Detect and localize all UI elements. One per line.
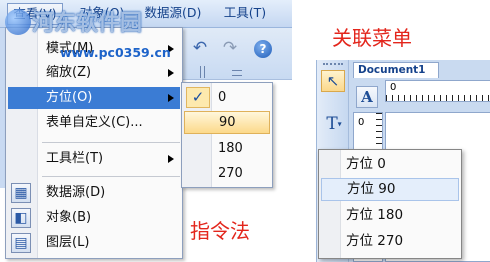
menu-item-label: 图层(L) (46, 235, 90, 250)
text-tool-icon[interactable]: T▾ (320, 114, 348, 136)
toolbar-grip[interactable] (323, 63, 343, 66)
menu-item-label: 方位 0 (346, 156, 386, 172)
menu-item-label: 方位 270 (346, 233, 404, 249)
context-orientation-180[interactable]: 方位 180 (321, 204, 459, 227)
submenu-arrow-icon (168, 94, 174, 102)
option-label: 0 (218, 90, 227, 105)
toolbar: ↶ ↷ ? (182, 28, 292, 80)
caption-context-menu: 关联菜单 (332, 26, 412, 50)
menu-item-label: 方位 180 (346, 207, 404, 223)
menu-tools[interactable]: 工具(T) (218, 3, 272, 25)
text-box-icon[interactable]: A (356, 86, 378, 108)
menu-item-label: 表单自定义(C)... (46, 115, 143, 130)
document-tab[interactable]: Document1 (353, 62, 439, 78)
view-menu: 模式(M) 缩放(Z) 方位(O) 表单自定义(C)... 工具栏(T) ▦ 数… (5, 27, 183, 259)
toolbar-divider (200, 66, 201, 78)
view-menu-item-toolbars[interactable]: 工具栏(T) (8, 148, 180, 170)
context-orientation-0[interactable]: 方位 0 (321, 153, 459, 176)
help-icon[interactable]: ? (254, 40, 272, 58)
menu-item-label: 对象(B) (46, 210, 92, 225)
view-menu-item-object[interactable]: ◧ 对象(B) (8, 207, 180, 229)
menu-separator (42, 142, 180, 143)
option-label: 270 (218, 166, 243, 181)
ruler-ticks (386, 95, 490, 101)
watermark-url: www.pc0359.cn (60, 45, 171, 60)
redo-icon[interactable]: ↷ (220, 39, 240, 59)
layer-icon: ▤ (11, 233, 31, 253)
orientation-option-90[interactable]: 90 (184, 111, 270, 134)
context-menu: 方位 0 方位 90 方位 180 方位 270 (318, 149, 462, 259)
view-menu-item-customize-form[interactable]: 表单自定义(C)... (8, 112, 180, 134)
menu-separator (42, 176, 180, 177)
caption-command-method: 指令法 (190, 219, 250, 243)
view-menu-item-orientation[interactable]: 方位(O) (8, 87, 180, 109)
view-menu-item-zoom[interactable]: 缩放(Z) (8, 62, 180, 84)
option-label: 90 (219, 115, 236, 130)
undo-icon[interactable]: ↶ (190, 39, 210, 59)
submenu-arrow-icon (168, 155, 174, 163)
menu-item-label: 方位(O) (46, 90, 93, 105)
orientation-option-180[interactable]: 180 (184, 137, 270, 160)
ruler-label: 0 (358, 117, 365, 128)
orientation-option-270[interactable]: 270 (184, 162, 270, 185)
checkmark-icon: ✓ (186, 87, 210, 108)
watermark-logo (5, 9, 31, 35)
context-orientation-90[interactable]: 方位 90 (321, 178, 459, 201)
datasource-icon: ▦ (11, 183, 31, 203)
menu-item-label: 缩放(Z) (46, 65, 92, 80)
pointer-icon[interactable]: ↖ (321, 70, 345, 92)
view-menu-item-datasource[interactable]: ▦ 数据源(D) (8, 182, 180, 204)
menu-item-label: 数据源(D) (46, 185, 106, 200)
orientation-submenu: ✓ 0 90 180 270 (181, 82, 273, 188)
ruler-label: 0 (390, 82, 397, 93)
top-ruler: 0 (385, 80, 490, 102)
menu-item-label: 工具栏(T) (46, 151, 104, 166)
context-orientation-270[interactable]: 方位 270 (321, 230, 459, 253)
orientation-option-0[interactable]: ✓ 0 (184, 86, 270, 109)
option-label: 180 (218, 141, 243, 156)
toolbar-divider (204, 66, 205, 78)
menu-datasource[interactable]: 数据源(D) (138, 3, 208, 25)
menu-item-label: 方位 90 (347, 181, 396, 197)
submenu-arrow-icon (168, 69, 174, 77)
object-icon: ◧ (11, 208, 31, 228)
toolbar-divider (232, 70, 242, 76)
view-menu-item-layer[interactable]: ▤ 图层(L) (8, 232, 180, 254)
watermark-site-name: 河东软件园 (32, 11, 143, 36)
